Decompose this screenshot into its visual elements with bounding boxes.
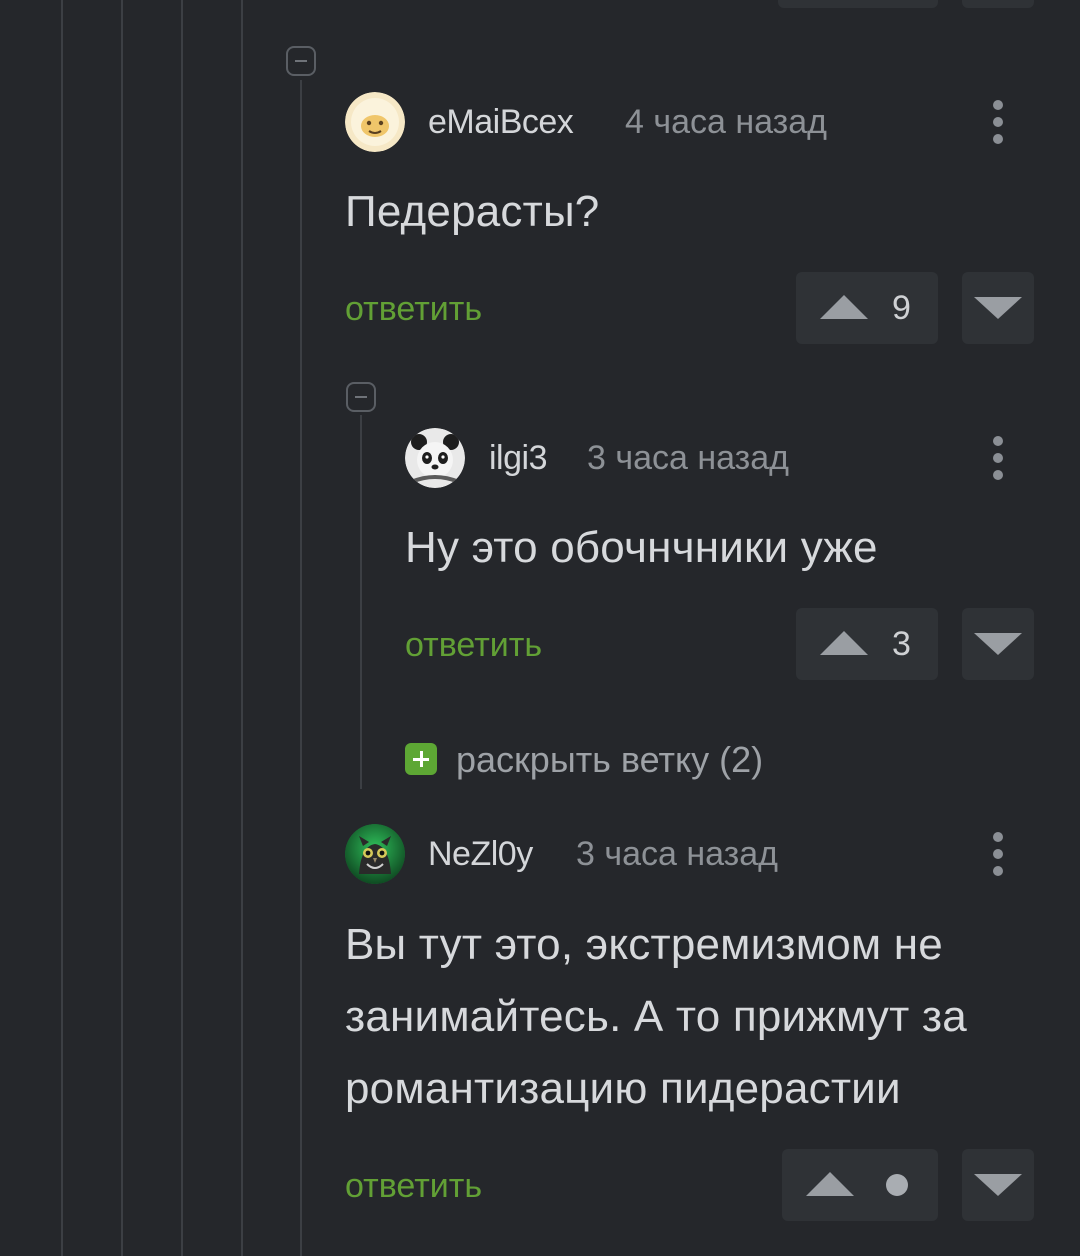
comment-time: 3 часа назад bbox=[576, 835, 778, 873]
expand-branch-link[interactable]: раскрыть ветку (2) bbox=[456, 740, 763, 780]
avatar[interactable] bbox=[345, 824, 405, 884]
thread-line-6 bbox=[360, 415, 362, 789]
username[interactable]: ilgi3 bbox=[489, 438, 547, 478]
avatar[interactable] bbox=[405, 428, 465, 488]
kebab-menu-icon[interactable] bbox=[988, 96, 1008, 148]
prev-vote-box-fragment bbox=[778, 0, 938, 8]
reply-button[interactable]: ответить bbox=[405, 625, 542, 665]
downvote-icon bbox=[974, 1174, 1022, 1196]
upvote-button[interactable]: 3 bbox=[796, 608, 938, 680]
upvote-button[interactable]: 9 bbox=[796, 272, 938, 344]
expand-plus-icon[interactable] bbox=[405, 743, 437, 775]
thread-line-4 bbox=[241, 0, 243, 1256]
comment-text-line: занимайтесь. А то прижмут за bbox=[345, 992, 967, 1041]
username[interactable]: NeZl0y bbox=[428, 834, 533, 874]
reply-button[interactable]: ответить bbox=[345, 1166, 482, 1206]
comment-time: 4 часа назад bbox=[625, 103, 827, 141]
comment-text: Ну это обочнчники уже bbox=[405, 523, 878, 572]
thread-line-2 bbox=[121, 0, 123, 1256]
upvote-button[interactable] bbox=[782, 1149, 938, 1221]
kebab-menu-icon[interactable] bbox=[988, 432, 1008, 484]
collapse-thread-icon[interactable] bbox=[346, 382, 376, 412]
reply-button[interactable]: ответить bbox=[345, 289, 482, 329]
thread-line-5 bbox=[300, 80, 302, 1256]
comment-text-line: Вы тут это, экстремизмом не bbox=[345, 920, 943, 969]
downvote-button[interactable] bbox=[962, 1149, 1034, 1221]
upvote-icon bbox=[820, 295, 868, 319]
vote-count: 3 bbox=[892, 625, 911, 663]
downvote-button[interactable] bbox=[962, 608, 1034, 680]
vote-count: 9 bbox=[892, 289, 911, 327]
downvote-icon bbox=[974, 297, 1022, 319]
kebab-menu-icon[interactable] bbox=[988, 828, 1008, 880]
comment-time: 3 часа назад bbox=[587, 439, 789, 477]
upvote-icon bbox=[820, 631, 868, 655]
thread-line-1 bbox=[61, 0, 63, 1256]
downvote-icon bbox=[974, 633, 1022, 655]
avatar[interactable] bbox=[345, 92, 405, 152]
vote-hidden-dot bbox=[886, 1174, 908, 1196]
upvote-icon bbox=[806, 1172, 854, 1196]
collapse-thread-icon[interactable] bbox=[286, 46, 316, 76]
comment-text: Педерасты? bbox=[345, 187, 600, 236]
downvote-button[interactable] bbox=[962, 272, 1034, 344]
username[interactable]: eMaiBcex bbox=[428, 102, 574, 142]
comment-text-line: романтизацию пидерастии bbox=[345, 1064, 901, 1113]
prev-vote-box-fragment bbox=[962, 0, 1034, 8]
thread-line-3 bbox=[181, 0, 183, 1256]
